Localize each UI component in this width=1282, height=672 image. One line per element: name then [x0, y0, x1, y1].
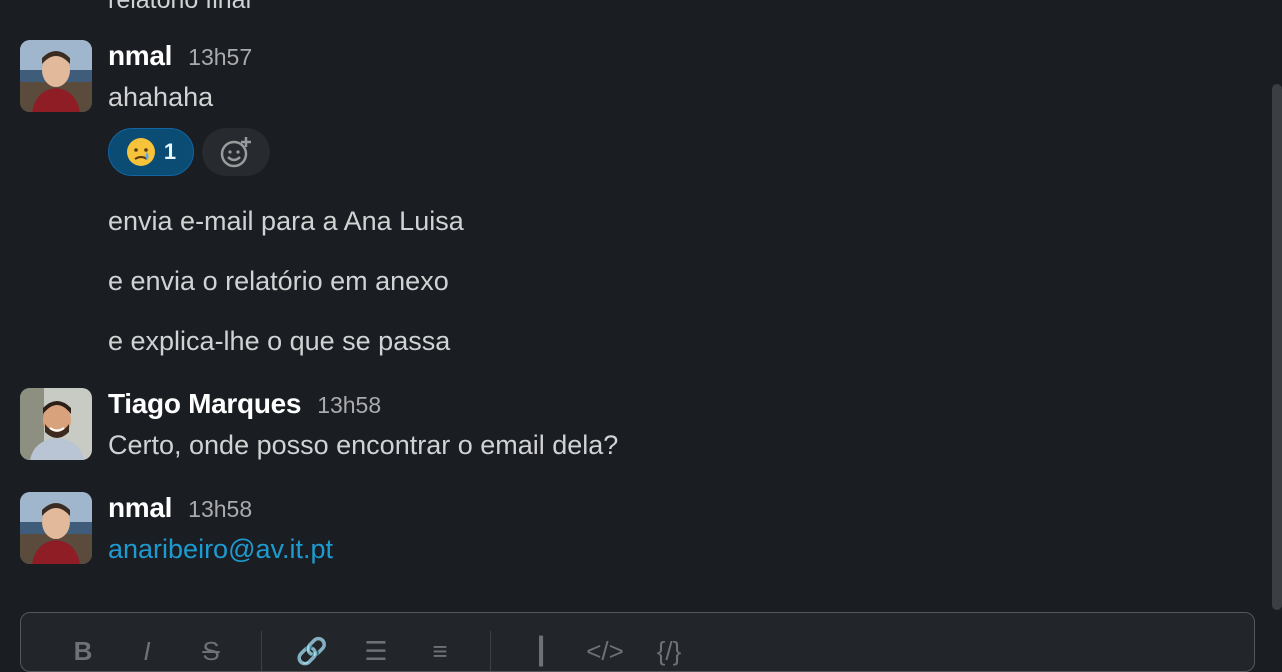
blockquote-icon[interactable]: ┃	[509, 636, 573, 667]
bold-icon[interactable]: B	[51, 636, 115, 667]
crying-face-icon	[126, 138, 155, 166]
message-text: ahahaha	[108, 82, 214, 112]
formatting-toolbar: B I S 🔗 ☰ ≡ ┃ </> {/}	[51, 631, 701, 671]
message-timestamp[interactable]: 13h58	[317, 392, 381, 419]
partial-message-line: relatório final	[108, 0, 252, 14]
strikethrough-icon[interactable]: S	[179, 636, 243, 667]
add-reaction-button[interactable]	[202, 128, 270, 176]
message-text: envia e-mail para a Ana Luisa	[108, 206, 464, 236]
message-timestamp[interactable]: 13h57	[188, 44, 252, 71]
code-block-icon[interactable]: {/}	[637, 636, 701, 667]
reaction-count: 1	[163, 139, 177, 164]
toolbar-divider	[490, 631, 491, 671]
message-text: Certo, onde posso encontrar o email dela…	[108, 430, 619, 460]
toolbar-divider	[261, 631, 262, 671]
italic-icon[interactable]: I	[115, 636, 179, 667]
message-timestamp[interactable]: 13h58	[188, 496, 252, 523]
author-name[interactable]: nmal	[108, 40, 172, 72]
message-text: e explica-lhe o que se passa	[108, 326, 451, 356]
message-text: e envia o relatório em anexo	[108, 266, 449, 296]
ordered-list-icon[interactable]: ☰	[344, 636, 408, 667]
author-name[interactable]: nmal	[108, 492, 172, 524]
bulleted-list-icon[interactable]: ≡	[408, 636, 472, 667]
add-emoji-icon	[220, 137, 251, 168]
link-icon[interactable]: 🔗	[280, 636, 344, 667]
author-name[interactable]: Tiago Marques	[108, 388, 301, 420]
avatar-tiago-marques[interactable]	[20, 388, 92, 460]
message-text-container: anaribeiro@av.it.pt	[108, 534, 333, 565]
scrollbar[interactable]	[1272, 84, 1282, 610]
message-composer[interactable]: B I S 🔗 ☰ ≡ ┃ </> {/}	[20, 612, 1255, 672]
avatar-nmal[interactable]	[20, 492, 92, 564]
code-icon[interactable]: </>	[573, 636, 637, 667]
email-link[interactable]: anaribeiro@av.it.pt	[108, 534, 333, 564]
avatar-nmal[interactable]	[20, 40, 92, 112]
reaction-crying-face[interactable]: 1	[108, 128, 194, 176]
